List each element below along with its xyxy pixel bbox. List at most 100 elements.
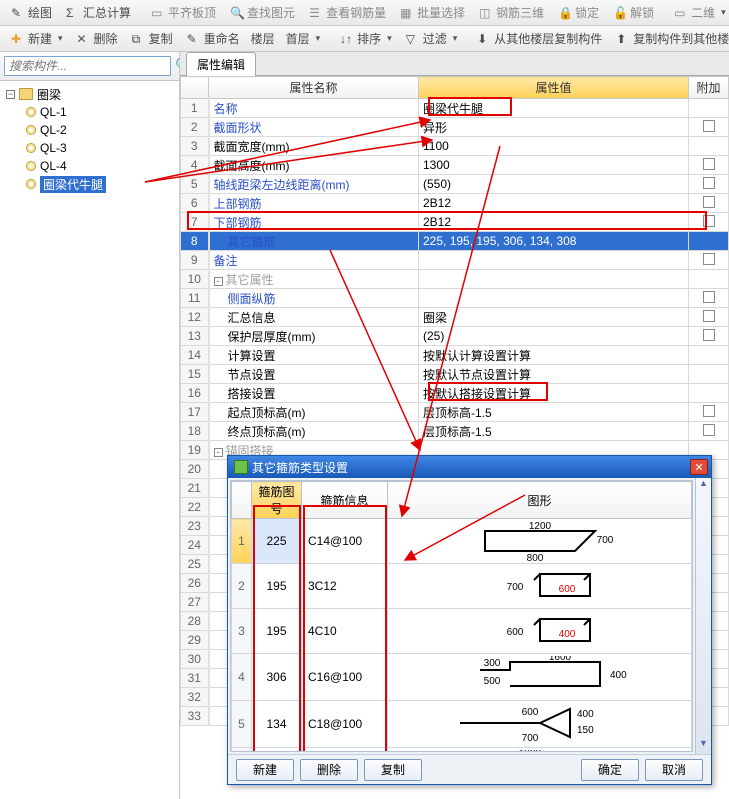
tb-viewrebar[interactable]: ☰查看钢筋量 <box>302 2 393 24</box>
scroll-down-icon[interactable]: ▼ <box>699 738 708 754</box>
prop-row-7[interactable]: 7下部钢筋2B12 <box>181 213 729 232</box>
tb-new[interactable]: ✚新建 <box>4 28 70 50</box>
prop-row-1[interactable]: 1名称圈梁代牛腿 <box>181 99 729 118</box>
tb-copy[interactable]: ⧉复制 <box>125 28 180 50</box>
dlg-row-num[interactable]: 195 <box>252 564 302 609</box>
tb-rebar3d[interactable]: ◫钢筋三维 <box>472 2 551 24</box>
prop-add[interactable] <box>689 308 729 327</box>
prop-add[interactable] <box>689 194 729 213</box>
prop-value[interactable]: 圈梁 <box>419 308 689 327</box>
dlg-row-4[interactable]: 4306C16@1003005001600400 <box>232 654 692 701</box>
dlg-row-info[interactable]: 3C12 <box>302 564 388 609</box>
prop-add[interactable] <box>689 213 729 232</box>
dlg-row-info[interactable]: C14@100 <box>302 519 388 564</box>
prop-add[interactable] <box>689 118 729 137</box>
prop-value[interactable]: (550) <box>419 175 689 194</box>
prop-add[interactable] <box>689 156 729 175</box>
prop-row-12[interactable]: 12汇总信息圈梁 <box>181 308 729 327</box>
checkbox-icon[interactable] <box>703 329 715 341</box>
scroll-up-icon[interactable]: ▲ <box>699 478 708 494</box>
prop-row-3[interactable]: 3截面宽度(mm)1100 <box>181 137 729 156</box>
dlg-row-info[interactable]: 4C10 <box>302 609 388 654</box>
checkbox-icon[interactable] <box>703 215 715 227</box>
prop-add[interactable] <box>689 137 729 156</box>
prop-value[interactable]: 1100 <box>419 137 689 156</box>
prop-add[interactable] <box>689 270 729 289</box>
dlg-row-num[interactable]: 306 <box>252 654 302 701</box>
dialog-close-button[interactable]: ✕ <box>690 459 708 475</box>
checkbox-icon[interactable] <box>703 196 715 208</box>
prop-value[interactable]: 按默认节点设置计算 <box>419 365 689 384</box>
tb-draw[interactable]: ✎绘图 <box>4 2 59 24</box>
tb-sumcalc[interactable]: Σ汇总计算 <box>59 2 138 24</box>
dlg-row-num[interactable]: 134 <box>252 701 302 748</box>
search-input[interactable] <box>4 56 171 76</box>
dlg-row-2[interactable]: 21953C12700600 <box>232 564 692 609</box>
component-tree[interactable]: −圈梁QL-1QL-2QL-3QL-4圈梁代牛腿 <box>0 81 179 799</box>
prop-value[interactable] <box>419 270 689 289</box>
tree-item-QL-4[interactable]: QL-4 <box>2 157 177 175</box>
checkbox-icon[interactable] <box>703 291 715 303</box>
prop-value[interactable]: 异形 <box>419 118 689 137</box>
prop-value[interactable] <box>419 289 689 308</box>
prop-add[interactable] <box>689 175 729 194</box>
prop-value[interactable]: 层顶标高-1.5 <box>419 422 689 441</box>
tb-delete[interactable]: ✕删除 <box>70 28 125 50</box>
tb-sort[interactable]: ↓↑排序 <box>333 28 399 50</box>
prop-row-14[interactable]: 14计算设置按默认计算设置计算 <box>181 346 729 365</box>
prop-add[interactable] <box>689 327 729 346</box>
tb-rename[interactable]: ✎重命名 <box>180 28 247 50</box>
prop-add[interactable] <box>689 99 729 118</box>
prop-row-13[interactable]: 13保护层厚度(mm)(25) <box>181 327 729 346</box>
prop-row-10[interactable]: 10-其它属性 <box>181 270 729 289</box>
checkbox-icon[interactable] <box>703 424 715 436</box>
prop-value[interactable] <box>419 251 689 270</box>
tb-copytoother[interactable]: ⬆复制构件到其他楼层 <box>609 28 729 50</box>
checkbox-icon[interactable] <box>703 120 715 132</box>
prop-value[interactable]: 按默认搭接设置计算 <box>419 384 689 403</box>
collapse-icon[interactable]: − <box>6 90 15 99</box>
tb-copyfromother[interactable]: ⬇从其他楼层复制构件 <box>470 28 609 50</box>
prop-add[interactable] <box>689 346 729 365</box>
dlg-row-info[interactable]: C16@150 <box>302 748 388 753</box>
prop-row-5[interactable]: 5轴线距梁左边线距离(mm)(550) <box>181 175 729 194</box>
dialog-scrollbar[interactable]: ▲ ▼ <box>695 478 711 754</box>
prop-add[interactable] <box>689 403 729 422</box>
dlg-delete-button[interactable]: 删除 <box>300 759 358 781</box>
dlg-copy-button[interactable]: 复制 <box>364 759 422 781</box>
prop-value[interactable]: (25) <box>419 327 689 346</box>
checkbox-icon[interactable] <box>703 253 715 265</box>
prop-value[interactable]: 层顶标高-1.5 <box>419 403 689 422</box>
prop-value[interactable]: 2B12 <box>419 194 689 213</box>
prop-row-9[interactable]: 9备注 <box>181 251 729 270</box>
dlg-row-info[interactable]: C16@100 <box>302 654 388 701</box>
tree-item-QL-1[interactable]: QL-1 <box>2 103 177 121</box>
dlg-row-num[interactable]: 308 <box>252 748 302 753</box>
prop-row-4[interactable]: 4截面高度(mm)1300 <box>181 156 729 175</box>
dlg-ok-button[interactable]: 确定 <box>581 759 639 781</box>
prop-add[interactable] <box>689 422 729 441</box>
dlg-row-num[interactable]: 225 <box>252 519 302 564</box>
tb-flatplate[interactable]: ▭平齐板顶 <box>144 2 223 24</box>
prop-value[interactable]: 225, 195, 195, 306, 134, 308 <box>419 232 689 251</box>
tree-item-圈梁代牛腿[interactable]: 圈梁代牛腿 <box>2 175 177 193</box>
dlg-row-5[interactable]: 5134C18@100600400150700 <box>232 701 692 748</box>
prop-row-15[interactable]: 15节点设置按默认节点设置计算 <box>181 365 729 384</box>
prop-row-6[interactable]: 6上部钢筋2B12 <box>181 194 729 213</box>
dlg-cancel-button[interactable]: 取消 <box>645 759 703 781</box>
tree-item-QL-2[interactable]: QL-2 <box>2 121 177 139</box>
tab-property-edit[interactable]: 属性编辑 <box>186 52 256 76</box>
dlg-row-num[interactable]: 195 <box>252 609 302 654</box>
dialog-grid[interactable]: 箍筋图号 箍筋信息 图形 1225C14@100120070080021953C… <box>230 480 693 752</box>
dlg-row-3[interactable]: 31954C10600400 <box>232 609 692 654</box>
dlg-new-button[interactable]: 新建 <box>236 759 294 781</box>
dlg-row-6[interactable]: 6308C16@1505001200400250250300 <box>232 748 692 753</box>
prop-value[interactable]: 1300 <box>419 156 689 175</box>
prop-value[interactable]: 2B12 <box>419 213 689 232</box>
tree-root[interactable]: −圈梁 <box>2 85 177 103</box>
prop-row-17[interactable]: 17起点顶标高(m)层顶标高-1.5 <box>181 403 729 422</box>
prop-add[interactable] <box>689 365 729 384</box>
prop-add[interactable] <box>689 232 729 251</box>
dlg-row-info[interactable]: C18@100 <box>302 701 388 748</box>
prop-row-16[interactable]: 16搭接设置按默认搭接设置计算 <box>181 384 729 403</box>
